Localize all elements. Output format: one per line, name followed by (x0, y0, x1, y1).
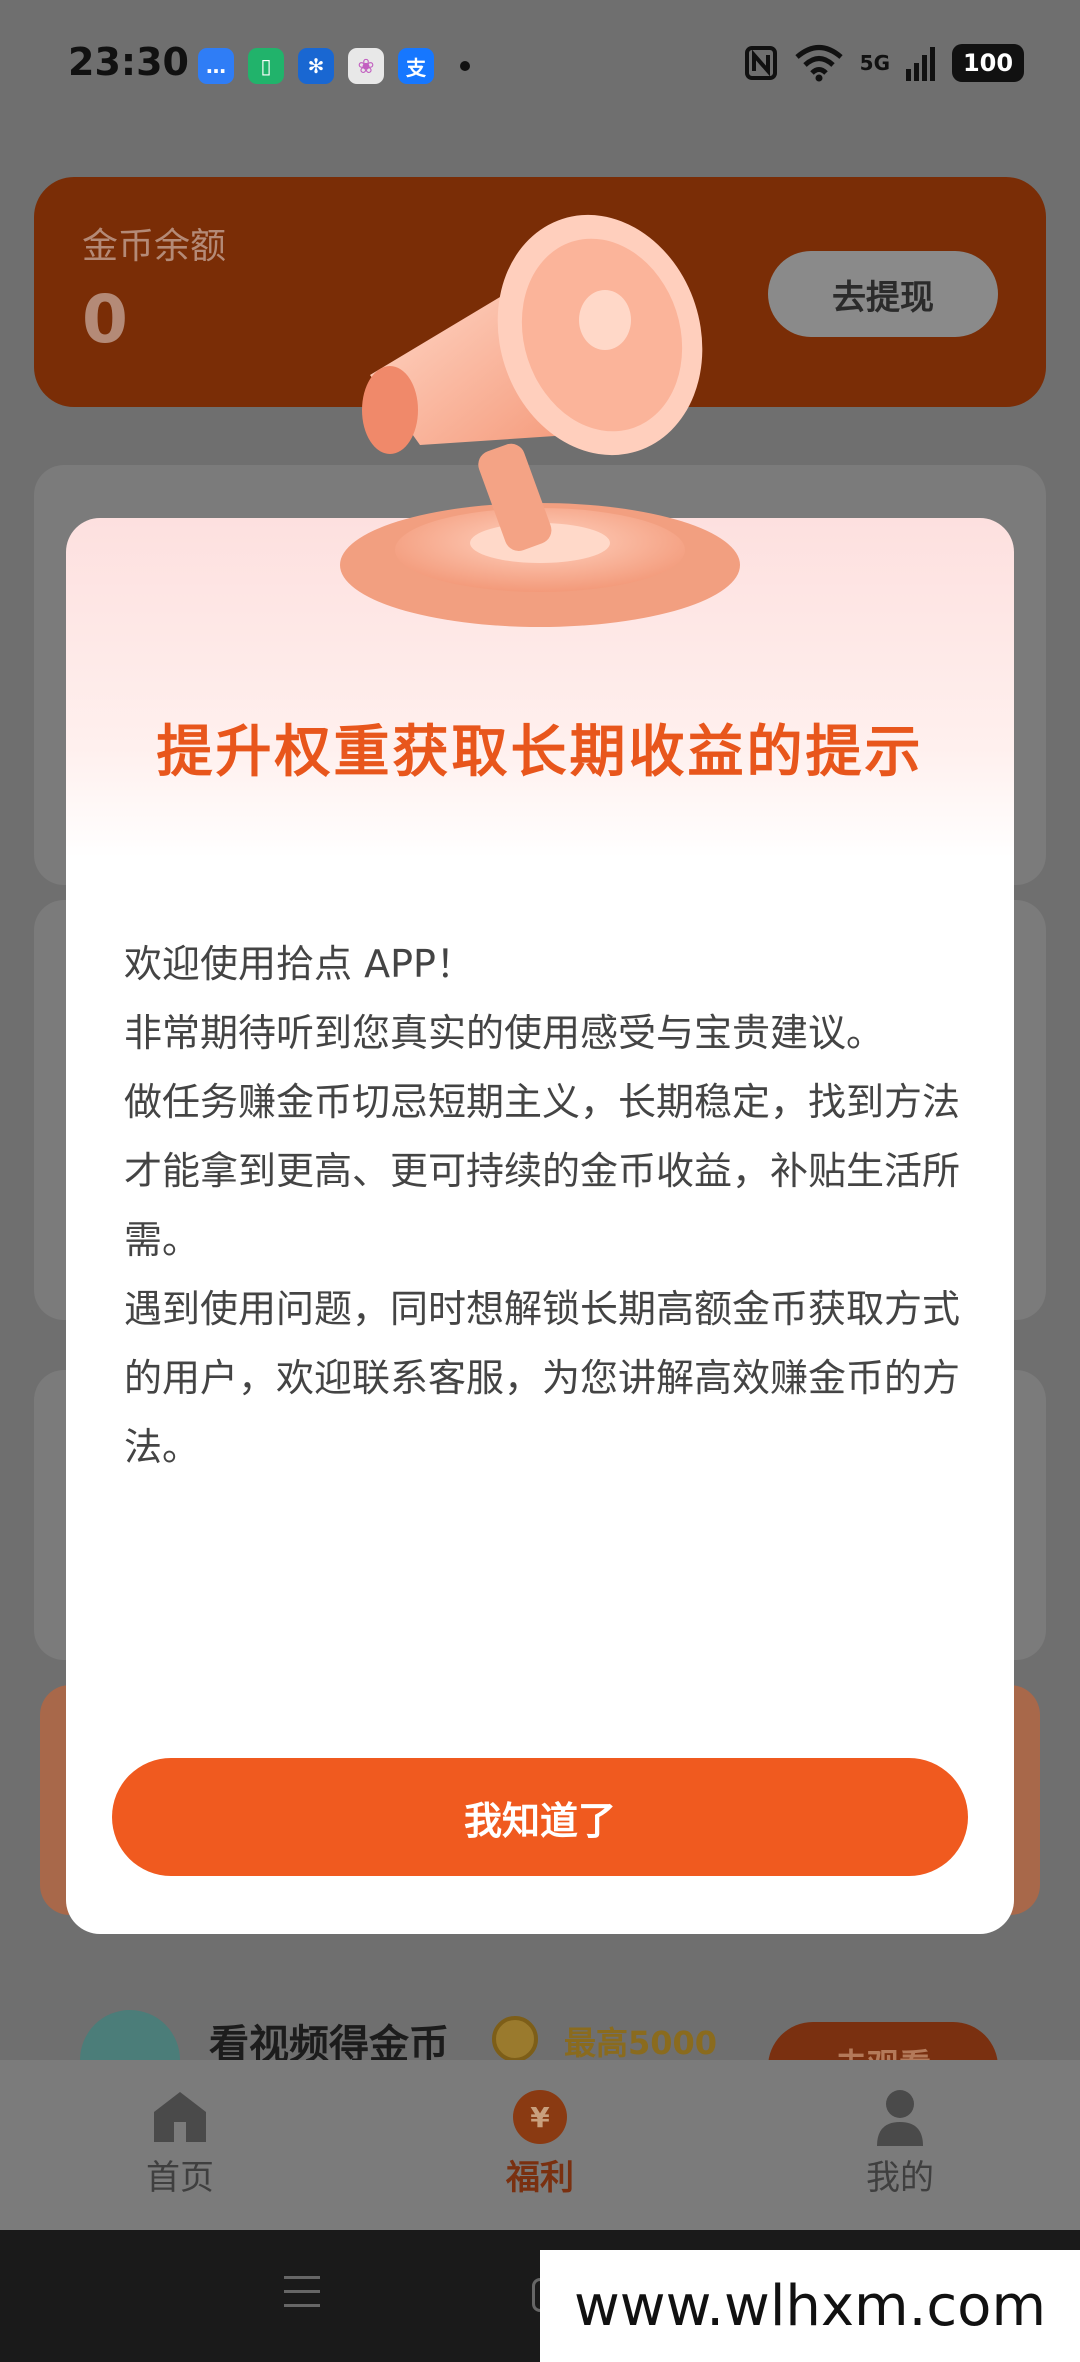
photos-icon: ❀ (348, 48, 384, 84)
status-time: 23:30 (68, 40, 189, 84)
tab-home[interactable]: 首页 (80, 2088, 280, 2199)
recent-apps-icon[interactable] (284, 2276, 320, 2318)
tab-bar: 首页 ¥ 福利 我的 (0, 2060, 1080, 2230)
wifi-icon (795, 45, 843, 82)
coin-icon (492, 2016, 538, 2062)
status-indicators: 5G 100 (744, 44, 1024, 82)
confirm-button[interactable]: 我知道了 (112, 1758, 968, 1876)
tab-welfare[interactable]: ¥ 福利 (440, 2088, 640, 2199)
balance-value: 0 (82, 281, 128, 358)
battery-indicator: 100 (952, 44, 1024, 82)
megaphone-icon (340, 214, 740, 627)
home-icon (151, 2088, 209, 2146)
yuan-coin-icon: ¥ (511, 2088, 569, 2146)
messages-icon: … (198, 48, 234, 84)
phone-manager-icon: ▯ (248, 48, 284, 84)
dialog-paragraph: 欢迎使用拾点 APP！ (124, 942, 474, 986)
dialog-paragraph: 做任务赚金币切忌短期主义，长期稳定，找到方法才能拿到更高、更可持续的金币收益，补… (124, 1080, 961, 1262)
tab-welfare-label: 福利 (506, 2158, 574, 2198)
dialog-paragraph: 遇到使用问题，同时想解锁长期高额金币获取方式的用户，欢迎联系客服，为您讲解高效赚… (124, 1287, 961, 1469)
signal-icon (906, 47, 935, 81)
tab-profile[interactable]: 我的 (800, 2088, 1000, 2199)
status-app-icons: … ▯ ✻ ❀ 支 (198, 48, 470, 84)
tab-profile-label: 我的 (866, 2158, 934, 2198)
task-row: 看视频得金币 最高5000 去观看 (34, 1960, 1046, 2112)
person-icon (871, 2088, 929, 2146)
svg-text:¥: ¥ (530, 2101, 550, 2134)
status-bar: 23:30 … ▯ ✻ ❀ 支 5G 100 (0, 0, 1080, 130)
alipay-icon: 支 (398, 48, 434, 84)
withdraw-button[interactable]: 去提现 (768, 251, 998, 337)
task-max-reward: 最高5000 (564, 2024, 718, 2062)
dialog-paragraph: 非常期待听到您真实的使用感受与宝贵建议。 (124, 1011, 885, 1055)
dialog-body: 欢迎使用拾点 APP！ 非常期待听到您真实的使用感受与宝贵建议。 做任务赚金币切… (124, 930, 974, 1482)
screen: 23:30 … ▯ ✻ ❀ 支 5G 100 金币余额 0 去提现 看视频得金币… (0, 0, 1080, 2362)
more-notifications-icon (460, 61, 470, 71)
tab-home-label: 首页 (146, 2158, 214, 2198)
pinwheel-icon: ✻ (298, 48, 334, 84)
nfc-icon (744, 46, 777, 80)
network-type: 5G (859, 51, 890, 75)
balance-label: 金币余额 (82, 226, 227, 267)
notice-dialog: 提升权重获取长期收益的提示 欢迎使用拾点 APP！ 非常期待听到您真实的使用感受… (66, 518, 1014, 1934)
watermark-text: www.wlhxm.com (540, 2250, 1080, 2362)
dialog-title: 提升权重获取长期收益的提示 (156, 720, 924, 785)
